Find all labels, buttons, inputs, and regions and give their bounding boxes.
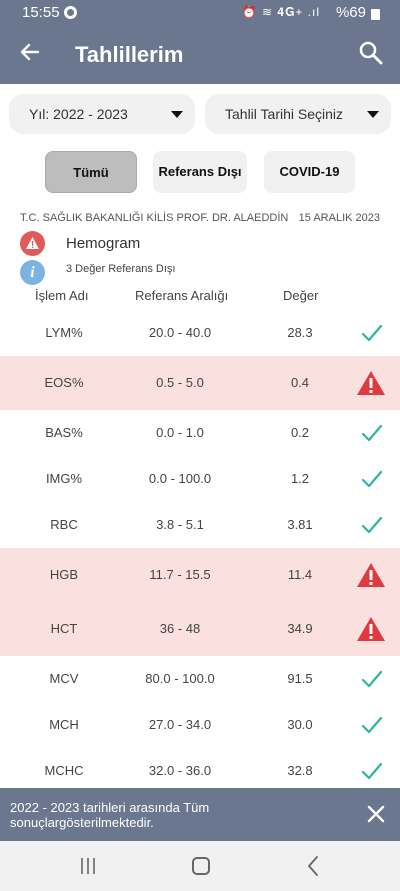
cell-value: 32.8 [287,763,313,778]
cell-name: HGB [49,567,79,582]
year-select[interactable]: Yıl: 2022 - 2023 [9,94,195,134]
table-row[interactable]: LYM% 20.0 - 40.0 28.3 [0,310,400,356]
cell-name: HCT [50,621,78,636]
out-of-range-note: 3 Değer Referans Dışı [66,263,176,275]
warning-triangle-icon [357,617,385,641]
chevron-down-icon [367,111,379,118]
cell-name: BAS% [45,425,83,440]
cell-value: 3.81 [287,517,313,532]
check-icon [361,470,383,488]
whatsapp-icon [64,6,77,19]
home-icon[interactable] [192,857,210,875]
date-select-label: Tahlil Tarihi Seçiniz [225,106,344,122]
warning-icon-glyph: ! [30,240,35,251]
cell-value: 30.0 [287,717,313,732]
close-icon[interactable] [366,804,386,824]
info-banner: 2022 - 2023 tarihleri arasında Tüm sonuç… [0,788,400,841]
cell-value: 1.2 [290,471,310,486]
banner-text: 2022 - 2023 tarihleri arasında Tüm sonuç… [10,800,210,830]
status-icons: ⏰ ≋ 𝟒𝐆+ .ıl [241,5,320,19]
cell-name: MCV [49,671,79,686]
cell-value: 0.2 [290,425,310,440]
table-row[interactable]: BAS% 0.0 - 1.0 0.2 [0,410,400,456]
warning-triangle-icon [357,371,385,395]
cell-range: 36 - 48 [159,621,201,636]
cell-name: MCHC [44,763,84,778]
cell-name: LYM% [45,325,83,340]
header-name: İşlem Adı [35,288,89,303]
status-time: 15:55 [22,4,60,21]
back-nav-icon[interactable] [305,855,321,877]
cell-range: 27.0 - 34.0 [148,717,212,732]
chevron-down-icon [171,111,183,118]
warning-triangle-icon [357,563,385,587]
cell-name: EOS% [44,375,84,390]
year-select-label: Yıl: 2022 - 2023 [29,106,128,122]
cell-value: 11.4 [287,567,313,582]
table-header: İşlem Adı Referans Aralığı Değer [0,288,400,310]
header-range: Referans Aralığı [135,288,229,303]
table-row[interactable]: IMG% 0.0 - 100.0 1.2 [0,456,400,502]
cell-range: 0.0 - 100.0 [148,471,212,486]
cell-range: 32.0 - 36.0 [148,763,212,778]
check-icon [361,424,383,442]
check-icon [361,516,383,534]
table-row[interactable]: EOS% 0.5 - 5.0 0.4 [0,356,400,410]
cell-value: 91.5 [287,671,313,686]
battery-icon [371,9,380,20]
system-nav-bar [0,841,400,891]
tab-all[interactable]: Tümü [45,151,137,193]
table-row[interactable]: HGB 11.7 - 15.5 11.4 [0,548,400,602]
page-title: Tahlillerim [75,42,184,67]
status-bar: 15:55 ⏰ ≋ 𝟒𝐆+ .ıl %69 [0,0,400,26]
header-value: Değer [283,288,319,303]
warning-icon: ! [20,231,45,256]
check-icon [361,670,383,688]
info-icon: i [20,260,45,285]
check-icon [361,762,383,780]
app-bar: Tahlillerim [0,26,400,84]
table-row[interactable]: MCV 80.0 - 100.0 91.5 [0,656,400,702]
check-icon [361,716,383,734]
cell-range: 20.0 - 40.0 [148,325,212,340]
test-name: Hemogram [66,235,141,252]
cell-value: 34.9 [287,621,313,636]
search-icon[interactable] [358,40,384,66]
cell-name: MCH [49,717,79,732]
cell-name: RBC [50,517,78,532]
table-row[interactable]: MCH 27.0 - 34.0 30.0 [0,702,400,748]
table-row[interactable]: HCT 36 - 48 34.9 [0,602,400,656]
cell-range: 0.5 - 5.0 [156,375,204,390]
cell-range: 0.0 - 1.0 [156,425,204,440]
cell-name: IMG% [45,471,83,486]
check-icon [361,324,383,342]
cell-range: 80.0 - 100.0 [145,671,215,686]
cell-range: 11.7 - 15.5 [149,567,211,582]
tab-covid[interactable]: COVID-19 [264,151,355,193]
report-date: 15 ARALIK 2023 [298,212,380,224]
cell-value: 0.4 [290,375,310,390]
back-arrow-icon[interactable] [18,40,42,64]
recent-apps-icon[interactable] [80,857,96,875]
cell-value: 28.3 [287,325,313,340]
date-select[interactable]: Tahlil Tarihi Seçiniz [205,94,391,134]
battery-level: %69 [335,4,366,21]
tab-reference-out[interactable]: Referans Dışı [153,151,247,193]
filter-area: Yıl: 2022 - 2023 Tahlil Tarihi Seçiniz T… [0,84,400,207]
table-row[interactable]: RBC 3.8 - 5.1 3.81 [0,502,400,548]
cell-range: 3.8 - 5.1 [156,517,204,532]
hospital-name: T.C. SAĞLIK BAKANLIĞI KİLİS PROF. DR. AL… [20,212,289,224]
